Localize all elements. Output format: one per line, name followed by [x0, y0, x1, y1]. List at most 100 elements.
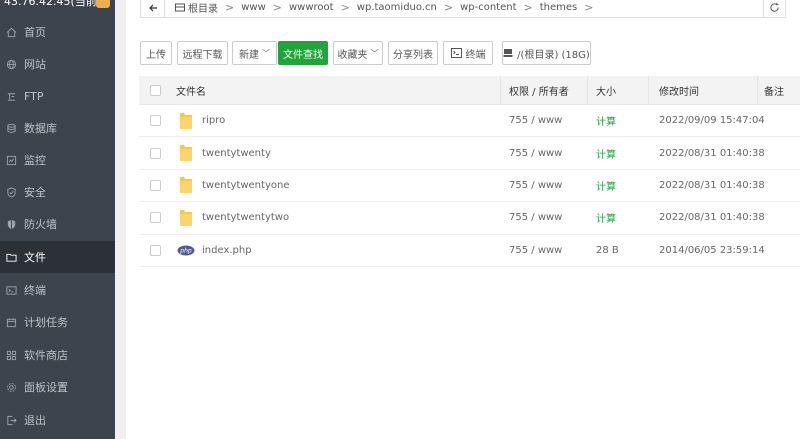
chevron-right-icon: >: [523, 1, 533, 14]
file-perm[interactable]: 755 / www: [509, 202, 562, 233]
chevron-right-icon: >: [340, 1, 350, 14]
file-mtime: 2014/06/05 23:59:14: [659, 244, 765, 256]
row-checkbox[interactable]: [150, 179, 161, 191]
sidebar-item-label: 面板设置: [24, 381, 68, 394]
file-name[interactable]: index.php: [202, 235, 252, 266]
column-divider: [757, 76, 758, 104]
back-button[interactable]: [141, 0, 165, 17]
refresh-icon: [770, 2, 779, 12]
file-size[interactable]: 计算: [596, 170, 616, 201]
disk-button[interactable]: /(根目录) (18G): [502, 41, 591, 65]
sidebar-item-firewall[interactable]: 防火墙: [0, 208, 115, 240]
sidebar-item-store[interactable]: 软件商店: [0, 339, 115, 371]
sidebar-item-label: 防火墙: [24, 218, 57, 231]
home-icon: [5, 26, 17, 38]
refresh-button[interactable]: [763, 0, 785, 17]
breadcrumb-segment[interactable]: wp.taomiduo.cn: [353, 2, 441, 13]
column-divider: [648, 76, 649, 104]
file-name[interactable]: ripro: [202, 105, 225, 136]
chevron-down-icon: ﹀: [370, 48, 379, 58]
drive-icon: [175, 3, 185, 12]
sidebar-item-security[interactable]: 安全: [0, 176, 115, 208]
sidebar-item-label: 退出: [24, 414, 46, 427]
logout-icon: [5, 414, 17, 426]
favorites-dropdown-button[interactable]: 收藏夹 ﹀: [333, 41, 383, 65]
folder-icon: [179, 137, 193, 168]
table-row[interactable]: twentytwentyone 755 / www 计算 2022/08/31 …: [139, 170, 800, 203]
table-header: 文件名 权限 / 所有者 大小 修改时间 备注: [139, 76, 800, 105]
disk-label: /(根目录) (18G): [517, 49, 590, 61]
col-name[interactable]: 文件名: [176, 76, 206, 104]
row-checkbox[interactable]: [150, 115, 161, 127]
new-dropdown-button[interactable]: 新建 ﹀: [232, 41, 277, 65]
select-all-checkbox[interactable]: [150, 84, 161, 96]
file-mtime: 2022/09/09 15:47:04: [659, 115, 765, 127]
file-mtime: 2022/08/31 01:40:38: [659, 179, 765, 191]
file-perm[interactable]: 755 / www: [509, 105, 562, 136]
sidebar-item-cron[interactable]: 计划任务: [0, 306, 115, 338]
row-checkbox[interactable]: [150, 147, 161, 159]
breadcrumb: 根目录 > www > wwwroot > wp.taomiduo.cn > w…: [165, 0, 785, 15]
sidebar-item-label: 软件商店: [24, 349, 68, 362]
sidebar-item-label: 计划任务: [24, 316, 68, 329]
table-row[interactable]: php index.php 755 / www 28 B 2014/06/05 …: [139, 235, 800, 267]
sidebar-item-home[interactable]: 首页: [0, 16, 115, 48]
table-row[interactable]: twentytwentytwo 755 / www 计算 2022/08/31 …: [139, 202, 800, 235]
column-divider: [587, 76, 588, 104]
file-perm[interactable]: 755 / www: [509, 170, 562, 201]
terminal-icon: [5, 284, 17, 296]
share-list-button[interactable]: 分享列表: [388, 41, 438, 65]
file-size[interactable]: 计算: [596, 105, 616, 136]
file-size[interactable]: 计算: [596, 202, 616, 233]
file-name[interactable]: twentytwenty: [202, 137, 271, 168]
file-manager: 根目录 > www > wwwroot > wp.taomiduo.cn > w…: [126, 0, 800, 439]
upload-button[interactable]: 上传: [140, 41, 172, 65]
file-toolbar: 上传 远程下载 新建 ﹀ 文件查找 收藏夹 ﹀ 分享列表 终端 /(根目录) (…: [140, 41, 780, 65]
calendar-icon: [5, 316, 17, 328]
gear-icon: [5, 381, 17, 393]
terminal-button[interactable]: 终端: [443, 41, 493, 65]
file-perm[interactable]: 755 / www: [509, 137, 562, 168]
file-size[interactable]: 计算: [596, 137, 616, 168]
svg-text:php: php: [179, 247, 192, 254]
breadcrumb-root[interactable]: 根目录: [171, 0, 222, 15]
file-size: 28 B: [596, 244, 619, 256]
database-icon: [5, 122, 17, 134]
file-table: 文件名 权限 / 所有者 大小 修改时间 备注 ripro 755 / www …: [139, 76, 800, 267]
notification-badge[interactable]: [96, 0, 110, 8]
file-name[interactable]: twentytwentyone: [202, 170, 289, 201]
sidebar-item-ftp[interactable]: FTP: [0, 80, 115, 112]
breadcrumb-segment[interactable]: wwwroot: [285, 2, 338, 13]
sidebar-item-settings[interactable]: 面板设置: [0, 371, 115, 403]
firewall-icon: [5, 218, 17, 230]
sidebar-item-website[interactable]: 网站: [0, 48, 115, 80]
chevron-right-icon: >: [225, 1, 235, 14]
sidebar-item-monitor[interactable]: 监控: [0, 144, 115, 176]
sidebar-item-database[interactable]: 数据库: [0, 112, 115, 144]
folder-icon: [179, 170, 193, 201]
sidebar-item-label: 终端: [24, 284, 46, 297]
file-mtime: 2022/08/31 01:40:38: [659, 212, 765, 224]
row-checkbox[interactable]: [150, 244, 161, 256]
sidebar: 43.76.42.45(当前 首页 网站 FTP 数据库 监控 安全 防火墙 文…: [0, 0, 115, 439]
chevron-down-icon: ﹀: [262, 48, 270, 58]
col-note: 备注: [764, 86, 784, 98]
remote-download-button[interactable]: 远程下载: [177, 41, 228, 65]
breadcrumb-segment[interactable]: www: [237, 2, 270, 13]
col-mtime[interactable]: 修改时间: [659, 76, 699, 104]
file-name[interactable]: twentytwentytwo: [202, 202, 289, 233]
chevron-right-icon: >: [272, 1, 282, 14]
row-checkbox[interactable]: [150, 212, 161, 224]
file-perm[interactable]: 755 / www: [509, 235, 562, 266]
table-row[interactable]: ripro 755 / www 计算 2022/09/09 15:47:04: [139, 105, 800, 138]
terminal-icon: [450, 48, 462, 58]
col-perm[interactable]: 权限 / 所有者: [509, 76, 569, 104]
sidebar-item-logout[interactable]: 退出: [0, 404, 115, 436]
breadcrumb-segment[interactable]: wp-content: [456, 2, 520, 13]
col-size[interactable]: 大小: [596, 76, 616, 104]
breadcrumb-segment[interactable]: themes: [536, 2, 582, 13]
sidebar-item-files[interactable]: 文件: [0, 241, 115, 273]
sidebar-item-terminal[interactable]: 终端: [0, 274, 115, 306]
file-search-button[interactable]: 文件查找: [278, 41, 328, 65]
table-row[interactable]: twentytwenty 755 / www 计算 2022/08/31 01:…: [139, 137, 800, 170]
